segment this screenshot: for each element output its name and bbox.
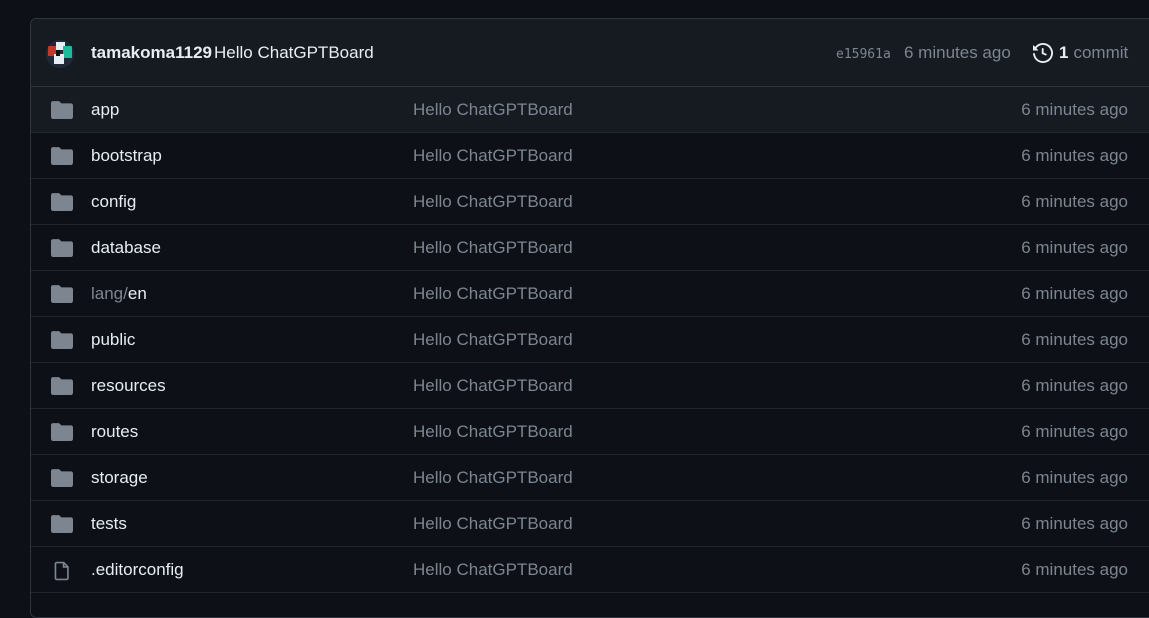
file-row[interactable]: config Hello ChatGPTBoard 6 minutes ago — [31, 179, 1149, 225]
file-list: app Hello ChatGPTBoard 6 minutes ago bootst… — [31, 87, 1149, 593]
file-name-link[interactable]: public — [91, 330, 135, 350]
file-commit-message-link[interactable]: Hello ChatGPTBoard — [413, 422, 573, 442]
file-name-link[interactable]: storage — [91, 468, 148, 488]
file-commit-time: 6 minutes ago — [1021, 560, 1128, 579]
commit-time: 6 minutes ago — [904, 43, 1011, 62]
file-commit-time: 6 minutes ago — [1021, 238, 1128, 257]
file-row[interactable]: database Hello ChatGPTBoard 6 minutes ago — [31, 225, 1149, 271]
file-row[interactable]: app Hello ChatGPTBoard 6 minutes ago — [31, 87, 1149, 133]
folder-icon — [51, 377, 73, 395]
file-commit-time: 6 minutes ago — [1021, 146, 1128, 165]
file-name-link[interactable]: app — [91, 100, 119, 120]
file-name-text[interactable]: routes — [91, 422, 138, 441]
file-row[interactable]: resources Hello ChatGPTBoard 6 minutes ago — [31, 363, 1149, 409]
file-commit-message-link[interactable]: Hello ChatGPTBoard — [413, 284, 573, 304]
folder-icon — [51, 331, 73, 349]
commit-sha-link[interactable]: e15961a — [836, 47, 891, 62]
folder-icon — [51, 423, 73, 441]
file-name-link[interactable]: resources — [91, 376, 166, 396]
file-row[interactable]: routes Hello ChatGPTBoard 6 minutes ago — [31, 409, 1149, 455]
file-icon — [51, 561, 73, 581]
commit-message-link[interactable]: Hello ChatGPTBoard — [214, 43, 374, 63]
file-path-prefix[interactable]: lang/ — [91, 284, 128, 303]
file-row[interactable]: bootstrap Hello ChatGPTBoard 6 minutes ago — [31, 133, 1149, 179]
file-name-text[interactable]: .editorconfig — [91, 560, 184, 579]
commit-count: 1 — [1059, 43, 1069, 62]
file-commit-message-link[interactable]: Hello ChatGPTBoard — [413, 146, 573, 166]
file-name-text[interactable]: app — [91, 100, 119, 119]
folder-icon — [51, 285, 73, 303]
file-commit-time: 6 minutes ago — [1021, 468, 1128, 487]
folder-icon — [51, 193, 73, 211]
file-commit-time: 6 minutes ago — [1021, 514, 1128, 533]
file-name-link[interactable]: routes — [91, 422, 138, 442]
file-name-link[interactable]: bootstrap — [91, 146, 162, 166]
commit-count-label: commit — [1073, 43, 1129, 62]
file-name-text[interactable]: config — [91, 192, 136, 211]
file-row[interactable]: .editorconfig Hello ChatGPTBoard 6 minutes… — [31, 547, 1149, 593]
avatar[interactable] — [46, 40, 74, 68]
file-commit-time: 6 minutes ago — [1021, 284, 1128, 303]
folder-icon — [51, 239, 73, 257]
folder-icon — [51, 469, 73, 487]
file-name-link[interactable]: config — [91, 192, 136, 212]
file-commit-time: 6 minutes ago — [1021, 330, 1128, 349]
file-commit-time: 6 minutes ago — [1021, 422, 1128, 441]
file-name-link[interactable]: tests — [91, 514, 127, 534]
file-commit-message-link[interactable]: Hello ChatGPTBoard — [413, 100, 573, 120]
folder-icon — [51, 515, 73, 533]
file-name-text[interactable]: database — [91, 238, 161, 257]
commit-history-link[interactable]: 1 commit — [1033, 41, 1128, 65]
file-commit-message-link[interactable]: Hello ChatGPTBoard — [413, 330, 573, 350]
file-name-text[interactable]: resources — [91, 376, 166, 395]
file-name-text[interactable]: bootstrap — [91, 146, 162, 165]
file-row[interactable]: storage Hello ChatGPTBoard 6 minutes ago — [31, 455, 1149, 501]
file-row[interactable]: tests Hello ChatGPTBoard 6 minutes ago — [31, 501, 1149, 547]
file-commit-message-link[interactable]: Hello ChatGPTBoard — [413, 192, 573, 212]
commit-author-link[interactable]: tamakoma1129 — [91, 43, 212, 63]
file-commit-time: 6 minutes ago — [1021, 376, 1128, 395]
file-commit-message-link[interactable]: Hello ChatGPTBoard — [413, 376, 573, 396]
file-name-text[interactable]: tests — [91, 514, 127, 533]
file-name-text[interactable]: storage — [91, 468, 148, 487]
file-browser: tamakoma1129 Hello ChatGPTBoard e15961a … — [30, 18, 1149, 618]
file-name-text[interactable]: en — [128, 284, 147, 303]
latest-commit-bar: tamakoma1129 Hello ChatGPTBoard e15961a … — [31, 19, 1149, 87]
folder-icon — [51, 101, 73, 119]
file-commit-time: 6 minutes ago — [1021, 192, 1128, 211]
file-name-link[interactable]: lang/en — [91, 284, 147, 304]
history-icon — [1033, 43, 1053, 63]
folder-icon — [51, 147, 73, 165]
file-name-text[interactable]: public — [91, 330, 135, 349]
file-name-link[interactable]: database — [91, 238, 161, 258]
file-commit-message-link[interactable]: Hello ChatGPTBoard — [413, 514, 573, 534]
file-commit-message-link[interactable]: Hello ChatGPTBoard — [413, 238, 573, 258]
file-commit-time: 6 minutes ago — [1021, 100, 1128, 119]
file-row[interactable]: lang/en Hello ChatGPTBoard 6 minutes ago — [31, 271, 1149, 317]
file-row[interactable]: public Hello ChatGPTBoard 6 minutes ago — [31, 317, 1149, 363]
file-name-link[interactable]: .editorconfig — [91, 560, 184, 580]
file-commit-message-link[interactable]: Hello ChatGPTBoard — [413, 468, 573, 488]
file-commit-message-link[interactable]: Hello ChatGPTBoard — [413, 560, 573, 580]
